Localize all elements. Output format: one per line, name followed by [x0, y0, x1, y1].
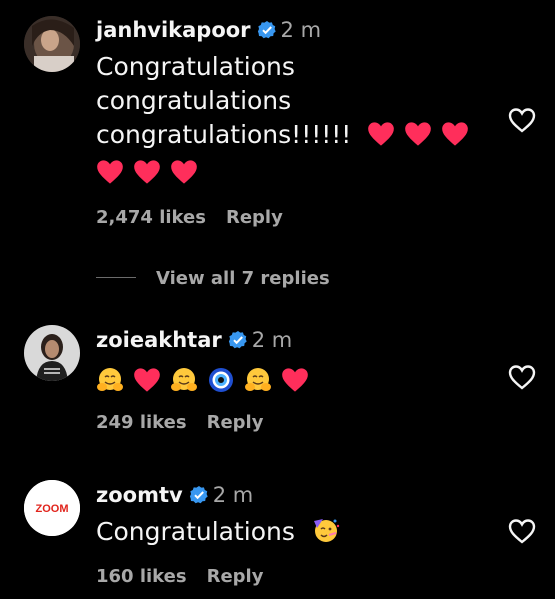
username[interactable]: zoomtv: [96, 483, 183, 507]
comment-line: Congratulations: [96, 52, 295, 81]
heart-emoji-icon: [368, 122, 395, 146]
hugging-face-emoji-icon: [245, 368, 271, 391]
hugging-face-emoji-icon: [97, 368, 123, 391]
reply-button[interactable]: Reply: [207, 412, 264, 433]
heart-emoji-icon: [442, 122, 469, 146]
timestamp: 2 m: [212, 483, 254, 507]
view-replies-label: View all 7 replies: [156, 268, 330, 289]
hugging-face-emoji-icon: [171, 368, 197, 391]
heart-emoji-icon: [97, 160, 123, 184]
comment-line: congratulations: [96, 86, 292, 115]
comment-line: congratulations!!!!!!: [96, 120, 352, 149]
likes-count[interactable]: 2,474 likes: [96, 207, 206, 228]
comment-line: Congratulations: [96, 517, 295, 546]
username[interactable]: zoieakhtar: [96, 328, 222, 352]
comment-text: Congratulations: [96, 515, 495, 549]
avatar[interactable]: ZOOM: [24, 480, 80, 536]
comment-meta: janhvikapoor 2 m: [96, 16, 495, 44]
like-heart-icon[interactable]: [508, 364, 536, 390]
reply-button[interactable]: Reply: [226, 207, 283, 228]
avatar[interactable]: [24, 16, 80, 72]
comment-meta: zoomtv 2 m: [96, 481, 495, 509]
heart-emoji-icon: [405, 122, 432, 146]
comment-text: Congratulations congratulations congratu…: [96, 50, 495, 190]
like-heart-icon[interactable]: [508, 107, 536, 133]
reply-button[interactable]: Reply: [207, 566, 264, 587]
username[interactable]: janhvikapoor: [96, 18, 251, 42]
zoom-logo: ZOOM: [36, 503, 69, 515]
heart-emoji-icon: [134, 160, 160, 184]
comment-text: [96, 364, 495, 398]
likes-count[interactable]: 160 likes: [96, 566, 187, 587]
partying-face-emoji-icon: [313, 519, 339, 542]
timestamp: 2 m: [280, 18, 322, 42]
comment-actions: 160 likes Reply: [96, 566, 263, 587]
heart-emoji-icon: [282, 368, 308, 392]
likes-count[interactable]: 249 likes: [96, 412, 187, 433]
verified-badge-icon: [189, 486, 208, 504]
comment-actions: 2,474 likes Reply: [96, 207, 283, 228]
like-heart-icon[interactable]: [508, 518, 536, 544]
view-replies-link[interactable]: View all 7 replies: [96, 268, 330, 289]
verified-badge-icon: [257, 21, 276, 39]
comment-meta: zoieakhtar 2 m: [96, 326, 495, 354]
divider: [96, 277, 136, 278]
verified-badge-icon: [228, 331, 247, 349]
heart-emoji-icon: [171, 160, 197, 184]
nazar-amulet-emoji-icon: [209, 368, 233, 392]
avatar[interactable]: [24, 325, 80, 381]
comment-actions: 249 likes Reply: [96, 412, 263, 433]
heart-emoji-icon: [134, 368, 160, 392]
timestamp: 2 m: [251, 328, 293, 352]
